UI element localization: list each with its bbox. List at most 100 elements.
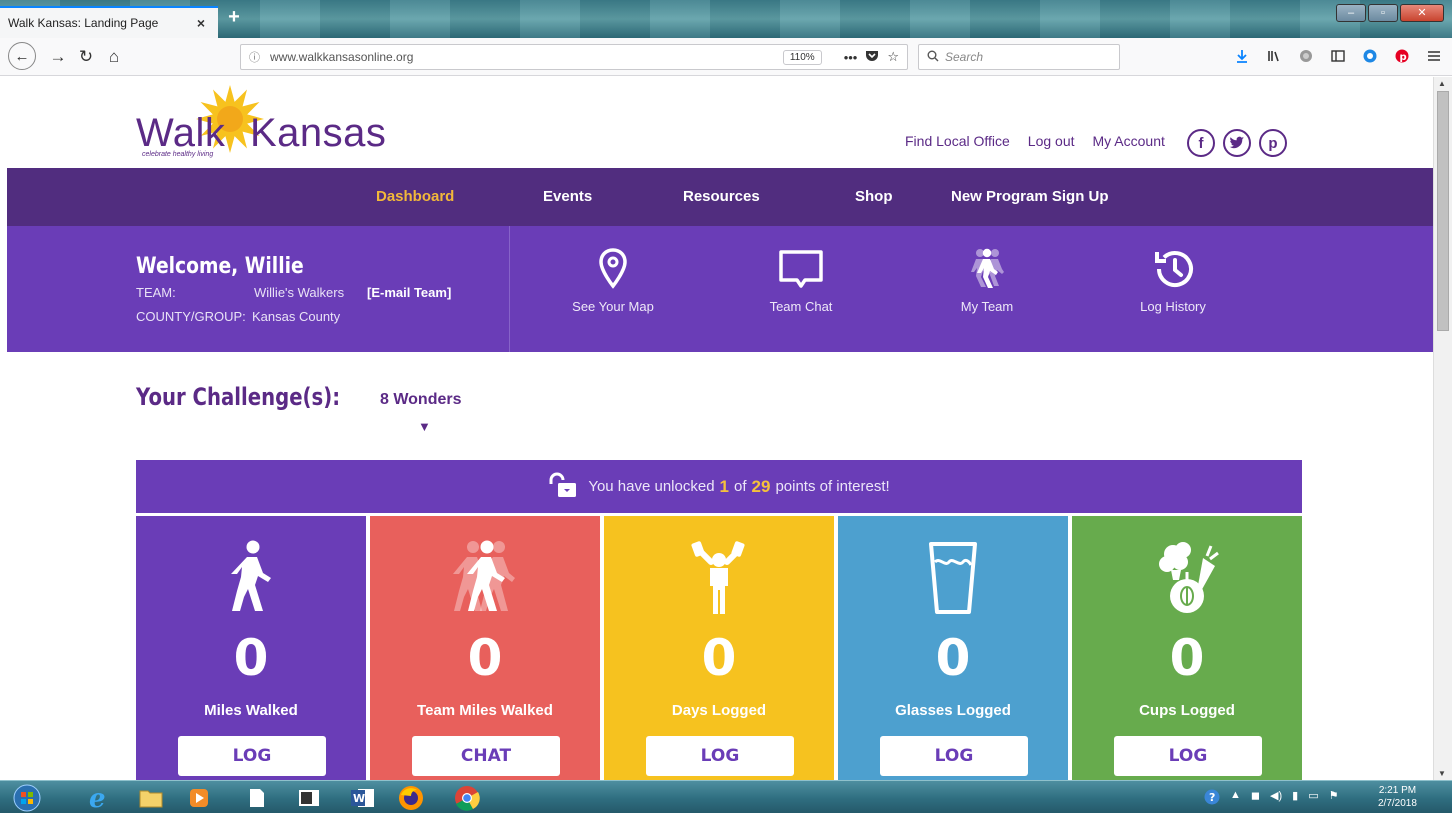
walk-kansas-logo[interactable]: Walk Kansas celebrate healthy living [136,83,386,167]
browser-tab[interactable]: Walk Kansas: Landing Page × [0,6,218,38]
media-player-icon[interactable] [180,783,218,812]
unlock-of: of [734,478,747,495]
bookmark-star-icon[interactable]: ☆ [887,49,899,65]
team-chat-label: Team Chat [769,299,833,314]
unlock-icon [548,472,578,502]
svg-text:?: ? [1209,791,1215,804]
points-of-interest-banner: You have unlocked 1 of 29 points of inte… [136,460,1302,513]
team-chat-button[interactable]: CHAT [412,736,560,776]
close-tab-icon[interactable]: × [192,15,210,31]
extension-icon[interactable] [1298,48,1314,64]
url-text[interactable]: www.walkkansasonline.org [270,50,783,64]
download-icon[interactable] [1234,48,1250,64]
see-your-map-link[interactable]: See Your Map [538,248,688,316]
log-cups-button[interactable]: LOG [1114,736,1262,776]
scroll-down-arrow-icon[interactable]: ▼ [1438,769,1446,778]
minimize-button[interactable]: – [1336,4,1366,22]
svg-text:p: p [1400,52,1407,63]
logo-word-walk: Walk [136,111,226,155]
account-extension-icon[interactable] [1362,48,1378,64]
reload-button[interactable]: ↻ [76,46,96,68]
scroll-thumb[interactable] [1437,91,1449,331]
team-walkers-icon [971,248,1004,288]
my-account-link[interactable]: My Account [1093,133,1165,149]
flag-icon[interactable]: ⚑ [1329,789,1339,808]
total-points: 29 [751,476,771,496]
search-bar[interactable]: Search [918,44,1120,70]
display-icon[interactable]: ▭ [1308,789,1318,808]
svg-text:W: W [353,792,365,805]
close-window-button[interactable]: ✕ [1400,4,1444,22]
network-icon[interactable]: ◼ [1251,789,1260,808]
library-icon[interactable] [1266,48,1282,64]
internet-explorer-icon[interactable]: e [80,783,118,812]
logo-word-kansas: Kansas [250,111,387,155]
challenge-heading: Your Challenge(s): [136,383,341,411]
url-bar[interactable]: ⓘ www.walkkansasonline.org 110% ••• ☆ [240,44,908,70]
system-clock[interactable]: 2:21 PM 2/7/2018 [1378,784,1417,810]
log-miles-button[interactable]: LOG [178,736,326,776]
cups-logged-value: 0 [1169,629,1205,687]
my-team-link[interactable]: My Team [912,248,1062,316]
menu-icon[interactable] [1426,48,1442,64]
zoom-indicator[interactable]: 110% [782,49,822,65]
log-glasses-button[interactable]: LOG [880,736,1028,776]
welcome-title: Welcome, Willie [136,254,304,279]
team-chat-link[interactable]: Team Chat [726,248,876,316]
nav-new-program-sign-up[interactable]: New Program Sign Up [951,188,1109,205]
log-days-button[interactable]: LOG [646,736,794,776]
tab-title: Walk Kansas: Landing Page [8,16,159,30]
miles-walked-value: 0 [233,629,269,687]
caret-down-icon[interactable]: ▼ [418,419,431,434]
maximize-button[interactable]: ▫ [1368,4,1398,22]
power-icon[interactable]: ▮ [1292,789,1298,808]
svg-text:e: e [89,785,106,811]
word-icon[interactable]: W [344,783,382,812]
tray-expand-icon[interactable]: ▲ [1230,789,1241,808]
find-local-office-link[interactable]: Find Local Office [905,133,1010,149]
email-team-link[interactable]: [E-mail Team] [367,285,451,300]
nav-resources[interactable]: Resources [683,188,760,205]
see-your-map-label: See Your Map [572,299,654,314]
my-team-label: My Team [960,299,1014,314]
pinterest-extension-icon[interactable]: p [1394,48,1410,64]
log-history-label: Log History [1140,299,1206,314]
unlock-suffix: points of interest! [775,478,890,495]
new-tab-button[interactable]: + [224,7,244,28]
cups-logged-label: Cups Logged [1139,702,1235,719]
help-icon[interactable]: ? [1204,789,1220,808]
page-actions-icon[interactable]: ••• [844,50,858,65]
system-tray: ? ▲ ◼ ◀) ▮ ▭ ⚑ [1204,789,1339,808]
unlock-prefix: You have unlocked [588,478,715,495]
file-explorer-icon[interactable] [132,783,170,812]
challenge-selector[interactable]: 8 Wonders [380,391,462,409]
sidebar-icon[interactable] [1330,48,1346,64]
facebook-icon[interactable]: f [1187,129,1215,157]
chrome-icon[interactable] [448,783,486,812]
back-button[interactable]: ← [8,42,36,70]
tile-days-logged: 0 Days Logged LOG [604,516,834,780]
days-logged-label: Days Logged [671,702,767,719]
twitter-icon[interactable] [1223,129,1251,157]
document-icon[interactable] [238,783,276,812]
weightlifter-icon [691,538,747,618]
nav-shop[interactable]: Shop [855,188,893,205]
tile-glasses-logged: 0 Glasses Logged LOG [838,516,1068,780]
log-history-link[interactable]: Log History [1098,248,1248,316]
window-app-icon[interactable] [290,783,328,812]
tile-cups-logged: 0 Cups Logged LOG [1072,516,1302,780]
start-button[interactable] [8,783,46,812]
firefox-icon[interactable] [392,783,430,812]
page-scrollbar[interactable]: ▲ ▼ [1433,77,1452,780]
nav-events[interactable]: Events [543,188,592,205]
scroll-up-arrow-icon[interactable]: ▲ [1438,79,1446,88]
forward-button[interactable]: → [48,46,68,68]
home-button[interactable]: ⌂ [104,46,124,68]
nav-dashboard[interactable]: Dashboard [376,188,454,205]
site-info-icon[interactable]: ⓘ [249,49,260,65]
browser-toolbar-icons: p [1234,48,1442,64]
volume-icon[interactable]: ◀) [1270,789,1282,808]
pinterest-icon[interactable]: p [1259,129,1287,157]
log-out-link[interactable]: Log out [1028,133,1075,149]
pocket-icon[interactable] [865,49,879,65]
